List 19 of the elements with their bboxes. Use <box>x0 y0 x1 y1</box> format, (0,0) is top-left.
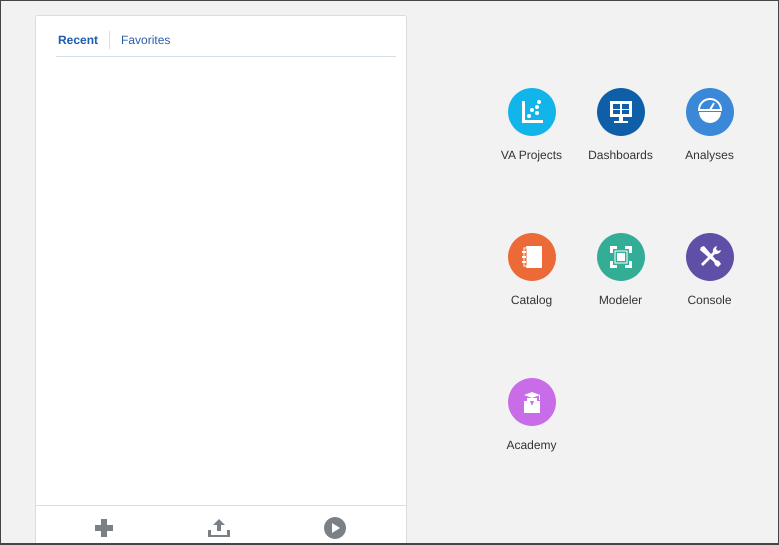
gauge-icon[interactable] <box>686 88 734 136</box>
app-label[interactable]: VA Projects <box>500 148 562 162</box>
scatter-chart-icon[interactable] <box>508 88 556 136</box>
app-label[interactable]: Catalog <box>510 293 552 307</box>
app-label[interactable]: Console <box>687 293 732 307</box>
app-label[interactable]: Academy <box>506 438 557 452</box>
upload-button[interactable] <box>206 518 231 538</box>
tab[interactable]: Recent <box>58 33 98 47</box>
add-button[interactable] <box>94 518 114 538</box>
app-label[interactable]: Modeler <box>598 293 642 307</box>
play-button[interactable] <box>324 516 346 538</box>
tools-icon[interactable] <box>686 233 734 281</box>
model-icon[interactable] <box>596 233 644 281</box>
tab[interactable]: Favorites <box>121 33 170 47</box>
graduate-icon[interactable] <box>508 378 556 426</box>
monitor-icon[interactable] <box>596 88 644 136</box>
app-label[interactable]: Dashboards <box>588 148 653 162</box>
notebook-icon[interactable] <box>508 233 556 281</box>
app-label[interactable]: Analyses <box>685 148 734 162</box>
